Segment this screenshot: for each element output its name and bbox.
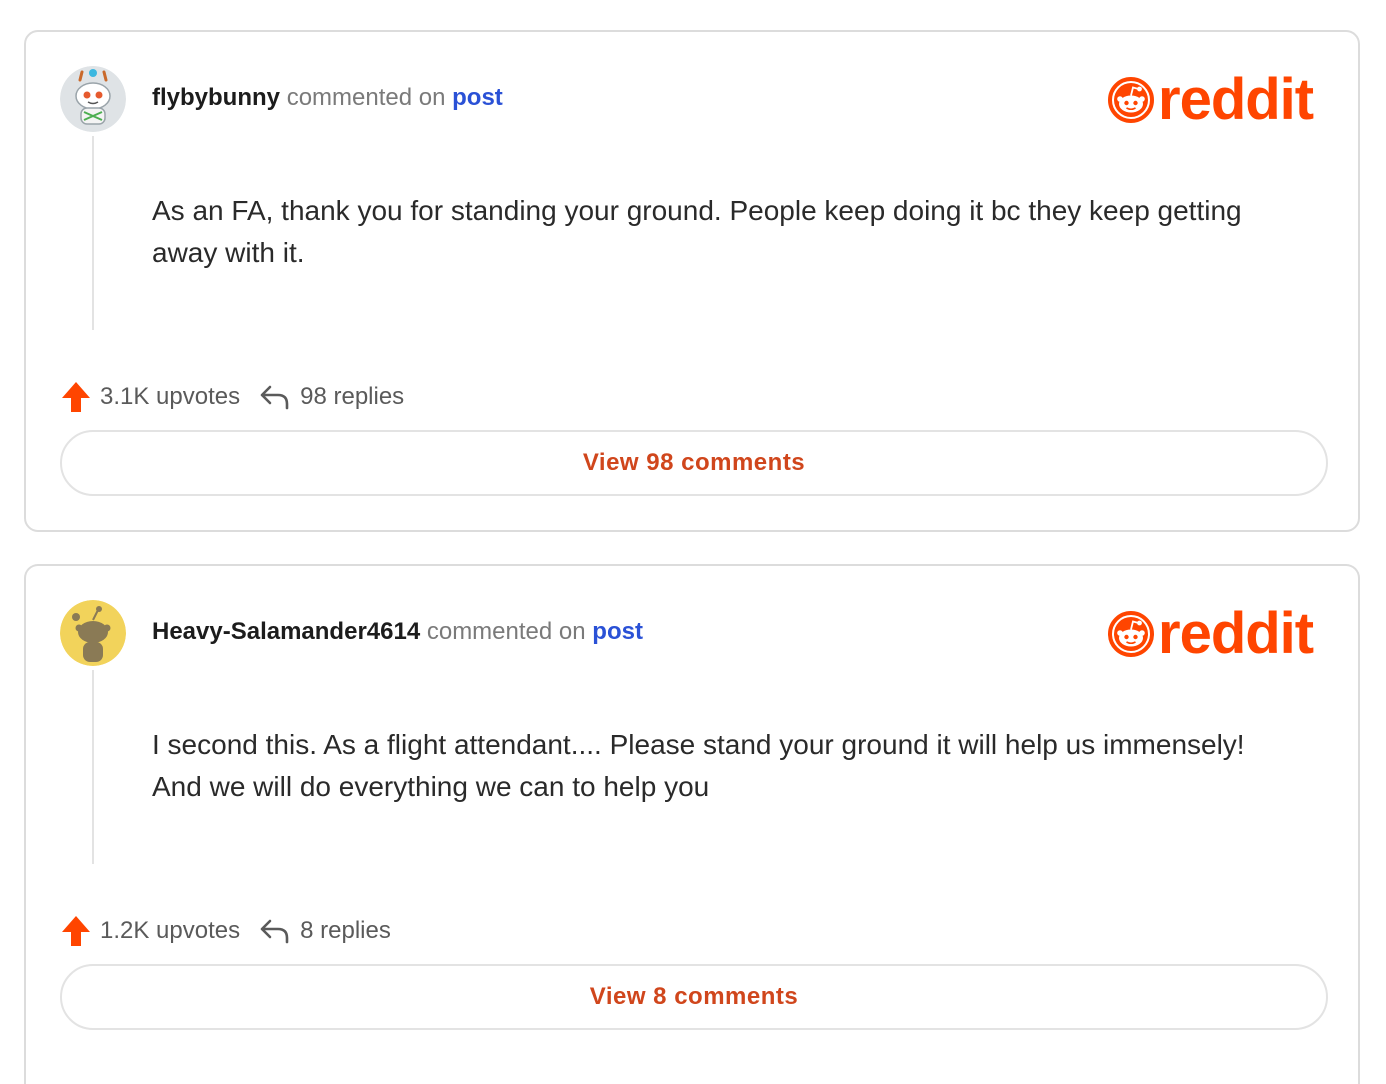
upvote-arrow-icon[interactable] — [60, 380, 92, 414]
comment-card: Heavy-Salamander4614 commented on post r… — [24, 564, 1360, 1084]
comment-stats: 3.1K upvotes 98 replies — [60, 380, 404, 414]
reddit-logo[interactable]: reddit — [1108, 67, 1314, 132]
comment-body: I second this. As a flight attendant....… — [152, 729, 1245, 802]
upvote-arrow-icon[interactable] — [60, 914, 92, 948]
view-comments-button[interactable]: View 8 comments — [60, 964, 1328, 1030]
snoo-avatar-icon — [60, 600, 126, 666]
snoo-logo-icon — [1108, 611, 1154, 657]
post-link[interactable]: post — [592, 618, 643, 645]
username[interactable]: flybybunny — [152, 84, 280, 111]
reddit-wordmark: reddit — [1158, 67, 1314, 132]
upvote-count: 1.2K upvotes — [100, 917, 241, 944]
comment-card: flybybunny commented on post reddit As a… — [24, 30, 1360, 532]
username[interactable]: Heavy-Salamander4614 — [152, 618, 420, 645]
action-text: commented on — [286, 84, 446, 111]
comment-stats: 1.2K upvotes 8 replies — [60, 914, 391, 948]
reddit-wordmark: reddit — [1158, 601, 1314, 666]
reply-count: 8 replies — [300, 917, 391, 944]
comment-header: Heavy-Salamander4614 commented on post — [152, 618, 643, 646]
reply-arrow-icon[interactable] — [258, 917, 290, 945]
thread-line — [92, 136, 94, 330]
user-avatar[interactable] — [60, 66, 126, 132]
action-text: commented on — [426, 618, 586, 645]
view-comments-button[interactable]: View 98 comments — [60, 430, 1328, 496]
reddit-logo[interactable]: reddit — [1108, 601, 1314, 666]
reply-arrow-icon[interactable] — [258, 383, 290, 411]
user-avatar[interactable] — [60, 600, 126, 666]
comment-body: As an FA, thank you for standing your gr… — [152, 195, 1242, 268]
upvote-count: 3.1K upvotes — [100, 383, 241, 410]
post-link[interactable]: post — [452, 84, 503, 111]
snoo-avatar-icon — [60, 66, 126, 132]
snoo-logo-icon — [1108, 77, 1154, 123]
thread-line — [92, 670, 94, 864]
reply-count: 98 replies — [300, 383, 405, 410]
comment-header: flybybunny commented on post — [152, 84, 503, 112]
